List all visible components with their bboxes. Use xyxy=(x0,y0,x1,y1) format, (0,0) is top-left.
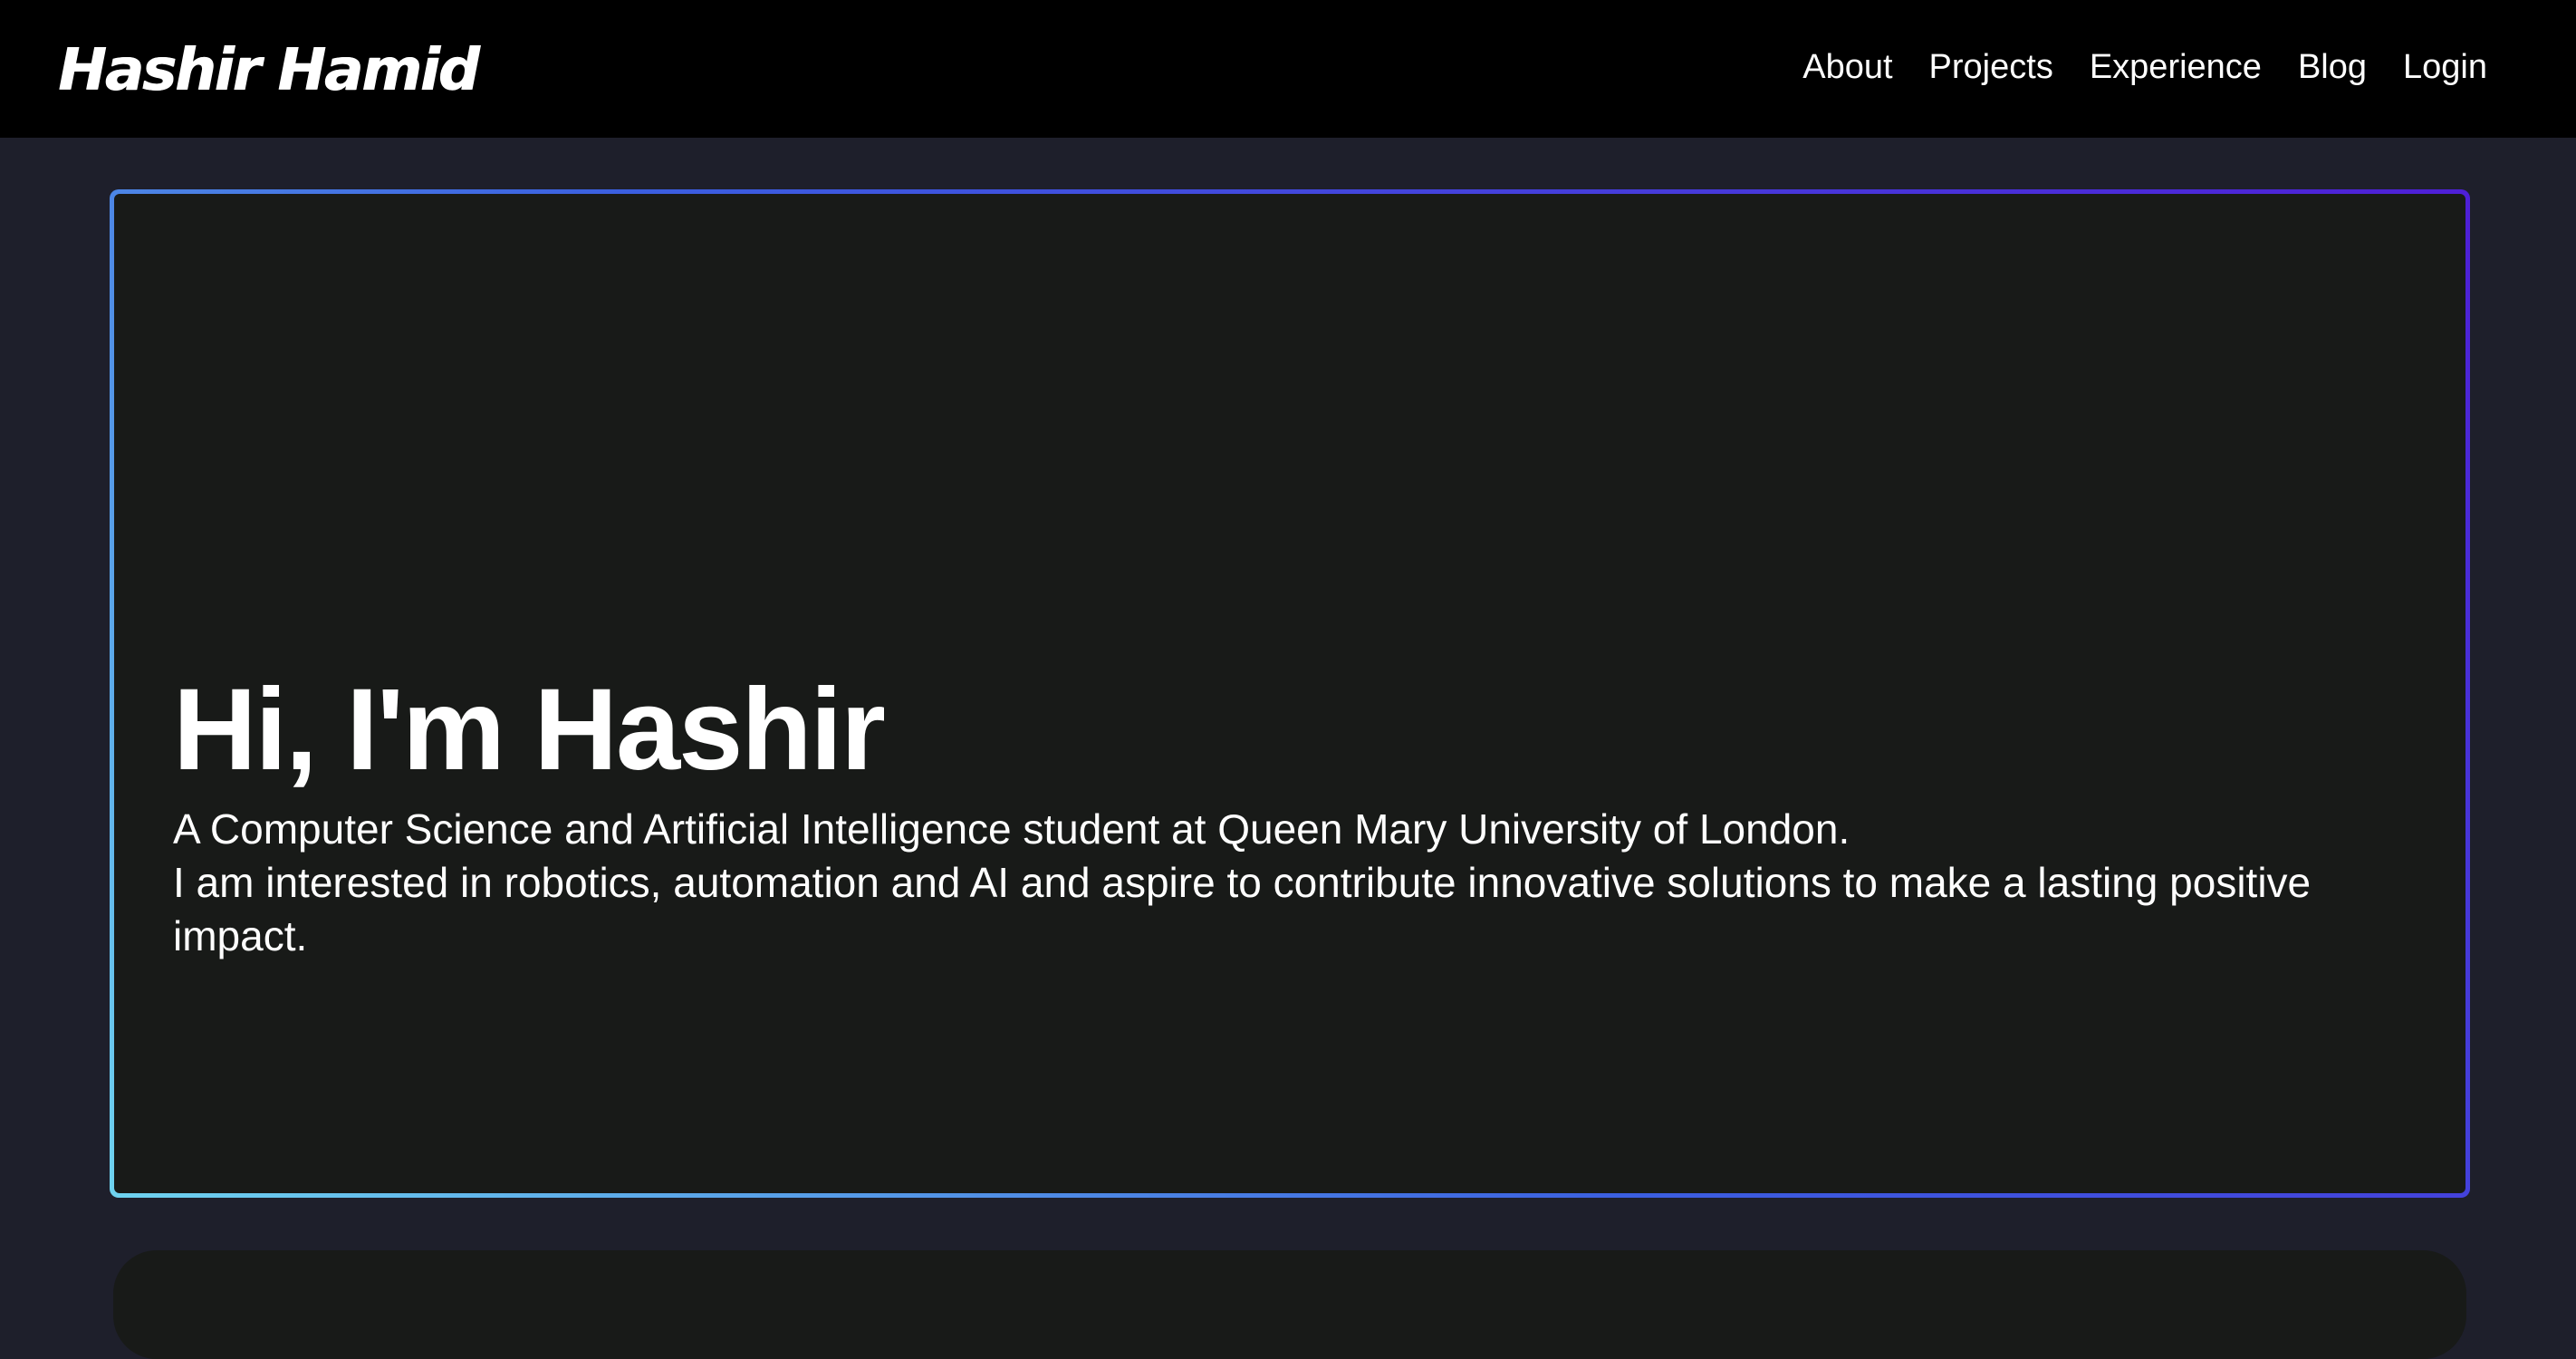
hero-gradient-border: Hi, I'm Hashir A Computer Science and Ar… xyxy=(110,189,2470,1198)
nav-link-about[interactable]: About xyxy=(1802,48,1892,87)
nav-link-login[interactable]: Login xyxy=(2403,48,2487,87)
hero-description-line-1: A Computer Science and Artificial Intell… xyxy=(173,805,1850,853)
top-navbar: Hashir Hamid About Projects Experience B… xyxy=(0,0,2576,138)
next-section-card xyxy=(113,1250,2466,1359)
nav-link-projects[interactable]: Projects xyxy=(1929,48,2053,87)
nav-links: About Projects Experience Blog Login xyxy=(1802,40,2487,94)
nav-link-experience[interactable]: Experience xyxy=(2090,48,2262,87)
hero-title: Hi, I'm Hashir xyxy=(173,665,886,795)
hero-section: Hi, I'm Hashir A Computer Science and Ar… xyxy=(114,194,2465,1193)
nav-link-blog[interactable]: Blog xyxy=(2298,48,2367,87)
site-logo[interactable]: Hashir Hamid xyxy=(58,34,479,107)
hero-description-line-2: I am interested in robotics, automation … xyxy=(173,859,2312,959)
hero-description: A Computer Science and Artificial Intell… xyxy=(173,803,2365,963)
